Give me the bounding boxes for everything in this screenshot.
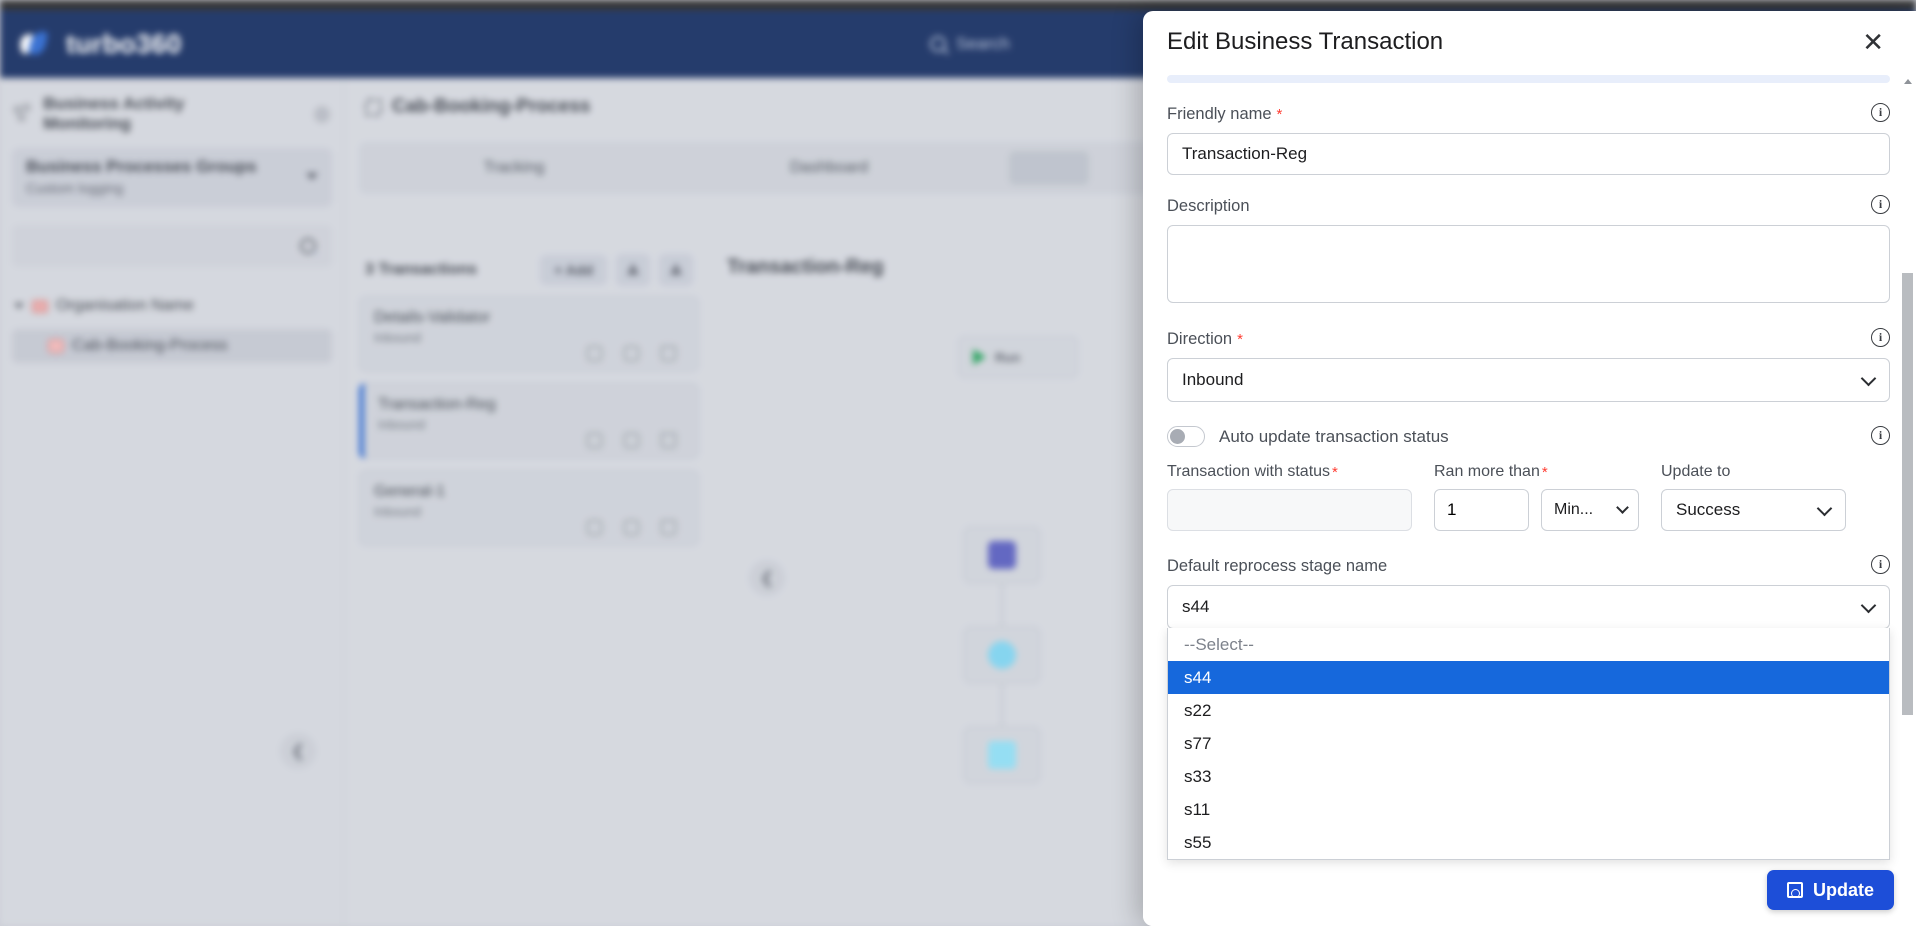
scroll-up-icon[interactable]: [1904, 79, 1912, 84]
close-icon[interactable]: ✕: [1856, 27, 1890, 57]
friendly-name-field: Friendly name * i: [1167, 103, 1890, 175]
update-to-select-wrap: Success: [1661, 489, 1846, 531]
direction-select[interactable]: Inbound: [1167, 358, 1890, 402]
label-text: Transaction with status: [1167, 463, 1331, 480]
panel-scrollbar[interactable]: [1902, 63, 1913, 890]
info-icon[interactable]: i: [1871, 328, 1890, 347]
required-marker: *: [1332, 463, 1338, 481]
default-reprocess-stage-options-list[interactable]: --Select-- s44 s22 s77 s33 s11 s55: [1167, 628, 1890, 860]
ran-more-than-field: Ran more than * Min...: [1434, 463, 1639, 531]
save-icon: [1786, 882, 1803, 898]
edit-business-transaction-panel: Edit Business Transaction ✕ Friendly nam…: [1143, 11, 1916, 926]
stage-option[interactable]: s33: [1168, 760, 1889, 793]
required-marker: *: [1237, 331, 1243, 348]
info-icon[interactable]: i: [1871, 103, 1890, 122]
default-reprocess-stage-select[interactable]: s44: [1167, 585, 1890, 629]
description-field: Description i: [1167, 195, 1890, 308]
screen: turbo360 Search Business Activity Monito…: [0, 0, 1916, 926]
direction-label: Direction *: [1167, 330, 1890, 349]
label-text: Description: [1167, 197, 1250, 215]
stage-option[interactable]: --Select--: [1168, 628, 1889, 661]
description-textarea[interactable]: [1167, 225, 1890, 303]
stage-option[interactable]: s55: [1168, 826, 1889, 859]
transaction-with-status-label: Transaction with status *: [1167, 463, 1412, 481]
auto-update-toggle[interactable]: [1167, 426, 1205, 447]
update-to-field: Update to Success: [1661, 463, 1846, 531]
transaction-with-status-field: Transaction with status *: [1167, 463, 1412, 531]
transaction-with-status-input[interactable]: [1167, 489, 1412, 531]
update-to-label: Update to: [1661, 463, 1731, 480]
info-icon[interactable]: i: [1871, 195, 1890, 214]
default-reprocess-stage-field: Default reprocess stage name i s44 --Sel…: [1167, 555, 1890, 860]
update-button[interactable]: Update: [1766, 870, 1894, 910]
ran-more-than-input[interactable]: [1434, 489, 1529, 531]
direction-select-wrap: Inbound: [1167, 358, 1890, 402]
auto-update-settings-row: Transaction with status * Ran more than …: [1167, 463, 1890, 531]
label-text: Friendly name: [1167, 105, 1272, 123]
label-text: Direction: [1167, 330, 1233, 348]
scrollbar-thumb[interactable]: [1902, 273, 1913, 715]
progress-indicator: [1167, 75, 1890, 83]
direction-field: Direction * i Inbound: [1167, 328, 1890, 402]
description-label: Description: [1167, 197, 1890, 216]
info-icon[interactable]: i: [1871, 426, 1890, 445]
stage-option[interactable]: s77: [1168, 727, 1889, 760]
required-marker: *: [1541, 463, 1548, 481]
ran-more-than-unit-wrap: Min...: [1541, 489, 1639, 531]
required-marker: *: [1276, 106, 1283, 123]
panel-body: Friendly name * i Description i Directio…: [1143, 73, 1916, 926]
info-icon[interactable]: i: [1871, 555, 1890, 574]
label-text: Default reprocess stage name: [1167, 557, 1388, 575]
update-button-label: Update: [1812, 879, 1874, 900]
stage-option[interactable]: s44: [1168, 661, 1889, 694]
friendly-name-input[interactable]: [1167, 133, 1890, 175]
auto-update-row: Auto update transaction status i: [1167, 426, 1890, 447]
label-text: Ran more than: [1434, 463, 1540, 480]
panel-title: Edit Business Transaction: [1167, 28, 1444, 55]
default-reprocess-stage-label: Default reprocess stage name: [1167, 557, 1890, 576]
auto-update-label: Auto update transaction status: [1219, 426, 1449, 446]
stage-option[interactable]: s22: [1168, 694, 1889, 727]
friendly-name-label: Friendly name *: [1167, 105, 1890, 124]
ran-more-than-label: Ran more than *: [1434, 463, 1639, 481]
panel-header: Edit Business Transaction ✕: [1143, 11, 1916, 73]
default-reprocess-stage-select-wrap: s44 --Select-- s44 s22 s77 s33 s11 s55: [1167, 585, 1890, 860]
stage-option[interactable]: s11: [1168, 793, 1889, 826]
